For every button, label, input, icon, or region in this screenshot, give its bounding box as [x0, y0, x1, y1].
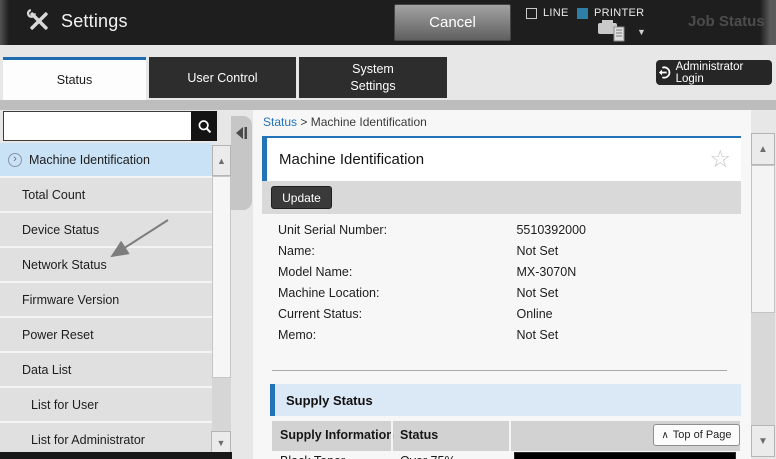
collapse-left-icon [235, 126, 248, 140]
line-checkbox-icon [526, 8, 537, 19]
tab-user-control[interactable]: User Control [149, 57, 296, 98]
field-value: MX-3070N [516, 265, 576, 279]
selected-chevron-icon: › [8, 153, 22, 167]
sidebar-item-power-reset[interactable]: Power Reset [0, 318, 212, 353]
sidebar-item-label: Machine Identification [29, 153, 150, 167]
sidebar-item-data-list[interactable]: Data List [0, 353, 212, 388]
sidebar-item-firmware-version[interactable]: Firmware Version [0, 283, 212, 318]
tab-system-settings[interactable]: System Settings [299, 57, 447, 98]
sidebar-scrollbar-thumb[interactable] [212, 176, 231, 378]
printer-caret-down-icon[interactable]: ▼ [637, 27, 646, 37]
breadcrumb-status-link[interactable]: Status [263, 115, 297, 129]
app-title: Settings [61, 11, 128, 32]
breadcrumb-current: Machine Identification [311, 115, 427, 129]
field-current-status: Current Status: Online [278, 307, 728, 328]
toolbar-strip [262, 181, 741, 214]
printer-status-icon [577, 8, 588, 19]
main-scrollbar-track[interactable] [751, 313, 775, 425]
sidebar-collapse-handle[interactable] [231, 116, 252, 210]
column-supply-information: Supply Information [280, 428, 394, 442]
line-indicator: LINE [526, 7, 569, 19]
supply-row-name: Black Toner [280, 454, 345, 459]
page-title: Machine Identification [267, 151, 424, 168]
column-separator [391, 421, 393, 451]
tab-system-settings-label: System Settings [337, 61, 409, 95]
field-label: Model Name: [278, 265, 513, 279]
app-title-group: Settings [26, 8, 128, 34]
field-name: Name: Not Set [278, 244, 728, 265]
update-button[interactable]: Update [271, 186, 332, 209]
settings-tools-icon [26, 8, 52, 34]
main-scroll-up-button[interactable]: ▲ [751, 133, 775, 165]
black-toner-level-bar [514, 452, 736, 459]
line-label: LINE [543, 7, 569, 19]
field-model-name: Model Name: MX-3070N [278, 265, 728, 286]
cancel-button[interactable]: Cancel [394, 4, 511, 41]
chevron-up-icon: ∧ [661, 430, 668, 441]
breadcrumb: Status > Machine Identification [263, 115, 427, 129]
printer-icon[interactable] [597, 19, 629, 47]
section-divider [272, 370, 727, 371]
administrator-login-button[interactable]: Administrator Login [656, 60, 772, 85]
column-status: Status [400, 428, 438, 442]
field-value: Online [516, 307, 552, 321]
sidebar-search-input[interactable] [3, 111, 192, 141]
job-status-button[interactable]: Job Status [688, 13, 765, 30]
sidebar-item-network-status[interactable]: Network Status [0, 248, 212, 283]
sidebar-item-list-for-user[interactable]: List for User [0, 388, 212, 423]
breadcrumb-separator: > [300, 115, 307, 129]
field-memo: Memo: Not Set [278, 328, 728, 349]
supply-row-status: Over 75% [400, 454, 456, 459]
login-arrow-icon [656, 65, 671, 80]
top-of-page-label: Top of Page [673, 429, 732, 441]
field-label: Current Status: [278, 307, 513, 321]
sidebar-bottom-edge [0, 452, 232, 459]
settings-screen: Settings Cancel LINE PRINTER ▼ Job Statu… [0, 0, 776, 459]
main-scrollbar-thumb[interactable] [751, 165, 775, 313]
printer-indicator: PRINTER [577, 7, 644, 19]
printer-label: PRINTER [594, 7, 644, 19]
search-icon [196, 118, 213, 135]
favorite-star-icon[interactable]: ☆ [709, 145, 731, 174]
column-separator [509, 421, 511, 451]
top-of-page-button[interactable]: ∧ Top of Page [653, 424, 740, 446]
sidebar-scrollbar-track[interactable] [212, 378, 231, 431]
tab-status[interactable]: Status [3, 57, 146, 100]
field-unit-serial-number: Unit Serial Number: 5510392000 [278, 223, 728, 244]
field-machine-location: Machine Location: Not Set [278, 286, 728, 307]
sidebar-menu: › Machine Identification Total Count Dev… [0, 143, 212, 458]
sidebar-item-device-status[interactable]: Device Status [0, 213, 212, 248]
field-label: Memo: [278, 328, 513, 342]
field-label: Unit Serial Number: [278, 223, 513, 237]
top-bar: Settings Cancel LINE PRINTER ▼ Job Statu… [0, 0, 776, 45]
field-value: Not Set [516, 328, 558, 342]
supply-status-header: Supply Status [270, 384, 741, 416]
page-title-panel: Machine Identification ☆ [262, 136, 741, 181]
sidebar-item-total-count[interactable]: Total Count [0, 178, 212, 213]
sidebar-item-machine-identification[interactable]: › Machine Identification [0, 143, 212, 178]
tab-row-divider [0, 100, 776, 110]
administrator-login-label: Administrator Login [676, 61, 772, 85]
field-value: 5510392000 [516, 223, 586, 237]
sidebar-scroll-up-button[interactable]: ▲ [212, 145, 231, 176]
field-value: Not Set [516, 244, 558, 258]
main-scroll-down-button[interactable]: ▼ [751, 425, 775, 457]
field-label: Machine Location: [278, 286, 513, 300]
field-value: Not Set [516, 286, 558, 300]
field-label: Name: [278, 244, 513, 258]
search-button[interactable] [191, 111, 217, 141]
